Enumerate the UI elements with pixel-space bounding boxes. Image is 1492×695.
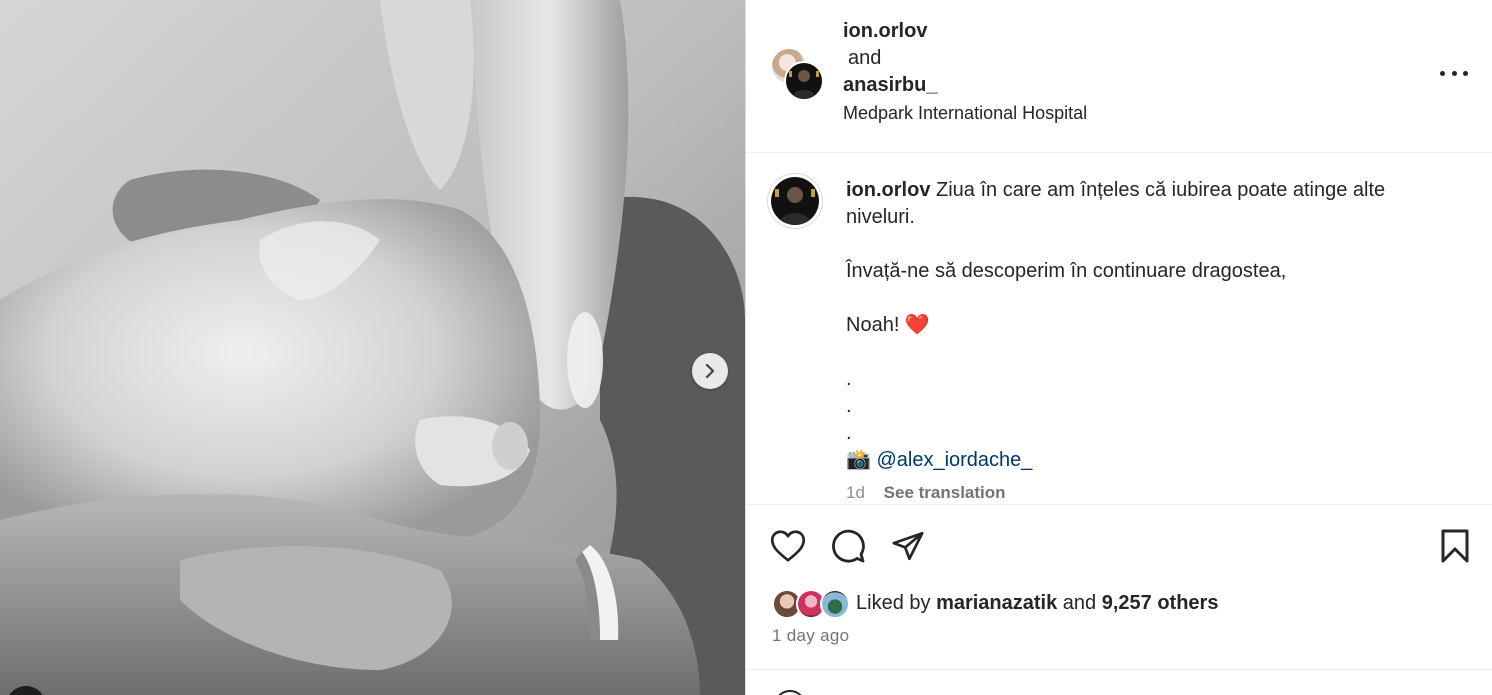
liked-by-connector: and <box>1062 591 1097 614</box>
post-modal: ion.orlov and anasirbu_ Medpark Internat… <box>0 0 1492 695</box>
caption-section: ion.orlov Ziua în care am înțeles că iub… <box>746 153 1492 504</box>
avatar[interactable] <box>767 173 823 229</box>
see-translation-button[interactable]: See translation <box>884 483 1006 502</box>
liked-by-prefix: Liked by <box>856 591 931 614</box>
liker-avatars[interactable] <box>772 587 852 619</box>
chevron-right-icon <box>705 364 715 378</box>
profile-photo-icon <box>789 70 819 99</box>
caption-username[interactable]: ion.orlov <box>846 179 930 201</box>
header-text: ion.orlov and anasirbu_ Medpark Internat… <box>843 18 1087 127</box>
avatar[interactable] <box>774 690 806 695</box>
post-photo <box>0 0 745 695</box>
collab-avatars[interactable] <box>770 47 824 101</box>
photo-image <box>0 0 745 695</box>
action-bar <box>746 504 1492 584</box>
more-horizontal-icon <box>1440 70 1445 76</box>
next-photo-button[interactable] <box>692 353 728 389</box>
comment-bubble-icon <box>832 529 865 563</box>
post-details-panel: ion.orlov and anasirbu_ Medpark Internat… <box>745 0 1492 695</box>
caption-age: 1d <box>846 483 865 502</box>
header-conjunction: and <box>848 47 882 69</box>
profile-photo-icon <box>775 187 815 225</box>
others-likes-link[interactable]: 9,257 others <box>1102 592 1219 615</box>
bookmark-icon <box>1441 529 1469 563</box>
save-button[interactable] <box>1436 527 1474 565</box>
paper-plane-icon <box>892 531 924 561</box>
caption-text: ion.orlov Ziua în care am înțeles că iub… <box>846 177 1446 474</box>
caption-dot: . <box>846 395 852 417</box>
mention-link[interactable]: @alex_iordache_ <box>876 449 1032 471</box>
heart-icon <box>770 530 806 562</box>
username-link[interactable]: anasirbu_ <box>843 72 1087 99</box>
likes-summary: Liked by marianazatik and 9,257 others <box>772 587 1218 619</box>
more-options-button[interactable] <box>1440 62 1468 84</box>
avatar[interactable] <box>820 589 850 619</box>
caption-dot: . <box>846 368 852 390</box>
post-timestamp[interactable]: 1 day ago <box>772 626 849 646</box>
username-link[interactable]: ion.orlov <box>843 18 1087 45</box>
caption-dot: . <box>846 422 852 444</box>
comment-button[interactable] <box>829 527 867 565</box>
location-link[interactable]: Medpark International Hospital <box>843 100 1087 127</box>
camera-icon: 📸 <box>846 449 871 471</box>
share-button[interactable] <box>889 527 927 565</box>
caption-line: Învață-ne să descoperim în continuare dr… <box>846 260 1287 282</box>
caption-line: Noah! ❤️ <box>846 314 930 336</box>
liker-username-link[interactable]: marianazatik <box>936 592 1057 615</box>
caption-meta: 1d See translation <box>846 483 1006 503</box>
like-button[interactable] <box>769 527 807 565</box>
post-header: ion.orlov and anasirbu_ Medpark Internat… <box>746 0 1492 153</box>
avatar[interactable] <box>784 61 824 101</box>
divider <box>746 669 1492 670</box>
